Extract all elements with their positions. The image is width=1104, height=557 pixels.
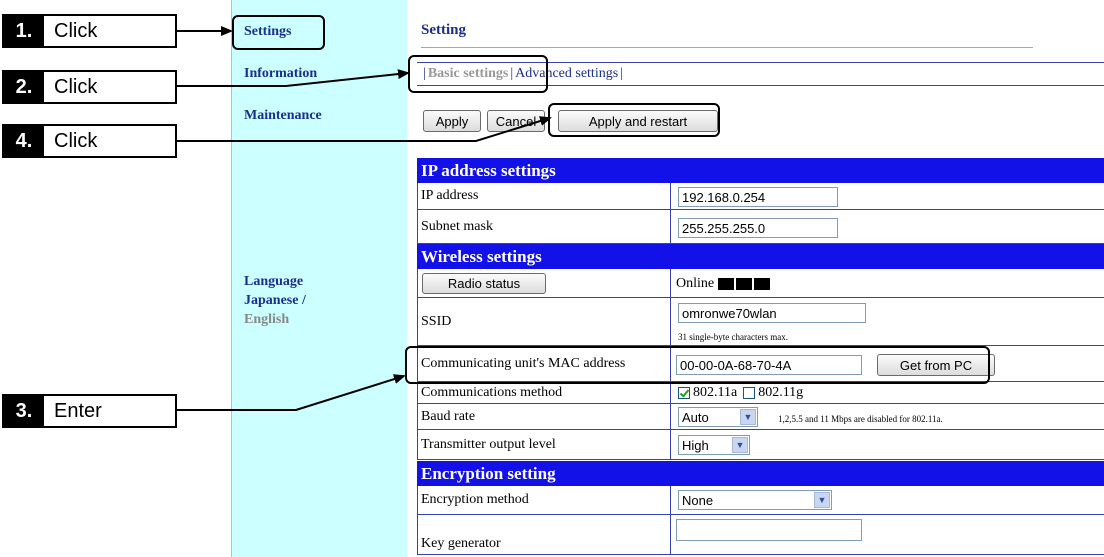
- callout-step-3: 3. Enter: [2, 394, 177, 428]
- comm-method-row: Communications method 802.11a 802.11g: [417, 382, 1104, 404]
- checkbox-802-11g[interactable]: [743, 387, 756, 399]
- baud-rate-note: 1,2,5.5 and 11 Mbps are disabled for 802…: [778, 414, 943, 424]
- tab-basic-settings[interactable]: Basic settings: [428, 66, 509, 82]
- tx-output-label: Transmitter output level: [418, 430, 671, 459]
- language-japanese-link[interactable]: Japanese /: [244, 293, 306, 309]
- encryption-section-heading: Encryption setting: [417, 461, 1104, 486]
- step-label: Click: [54, 129, 98, 152]
- key-generator-row: Key generator: [417, 515, 1104, 555]
- mac-address-input[interactable]: 00-00-0A-68-70-4A: [676, 355, 862, 375]
- language-english-link: English: [244, 312, 290, 327]
- callout-step-4: 4. Click: [2, 124, 177, 158]
- baud-rate-value: Auto: [682, 409, 709, 425]
- signal-bar-icon: [754, 278, 771, 290]
- wireless-section-heading: Wireless settings: [417, 244, 1104, 269]
- ssid-input[interactable]: omronwe70wlan: [678, 303, 866, 323]
- signal-bar-icon: [718, 278, 735, 290]
- tab-separator: |: [423, 66, 426, 81]
- online-text: Online: [676, 276, 715, 291]
- sidebar-item-information[interactable]: Information: [244, 66, 317, 82]
- tabs-row: | Basic settings | Advanced settings |: [417, 62, 1104, 86]
- language-label: Language: [244, 274, 304, 289]
- sidebar-item-settings[interactable]: Settings: [244, 24, 291, 40]
- mac-address-row: Communicating unit's MAC address 00-00-0…: [417, 346, 1104, 382]
- key-generator-label: Key generator: [418, 515, 671, 554]
- cancel-button[interactable]: Cancel: [487, 110, 545, 132]
- encryption-method-row: Encryption method None ▼: [417, 486, 1104, 515]
- ssid-note: 31 single-byte characters max.: [678, 332, 788, 342]
- subnet-mask-input[interactable]: 255.255.255.0: [678, 218, 838, 238]
- step-number: 4.: [4, 126, 44, 156]
- encryption-method-value: None: [682, 492, 714, 508]
- ip-section-heading: IP address settings: [417, 158, 1104, 183]
- apply-and-restart-button[interactable]: Apply and restart: [558, 110, 718, 132]
- checkbox-802-11a[interactable]: [678, 387, 690, 399]
- ip-address-row: IP address 192.168.0.254: [417, 183, 1104, 210]
- comm-method-label: Communications method: [418, 382, 671, 403]
- chevron-down-icon[interactable]: ▼: [740, 409, 756, 425]
- subnet-mask-label: Subnet mask: [418, 210, 671, 243]
- main-panel: Setting | Basic settings | Advanced sett…: [407, 0, 1104, 557]
- sidebar-item-maintenance[interactable]: Maintenance: [244, 108, 322, 124]
- title-divider: [421, 47, 1033, 48]
- baud-rate-label: Baud rate: [418, 404, 671, 429]
- callout-step-1: 1. Click: [2, 14, 177, 48]
- sidebar: Settings Information Maintenance Languag…: [231, 0, 407, 557]
- mac-address-label: Communicating unit's MAC address: [418, 346, 671, 381]
- option-802-11g-label: 802.11g: [758, 385, 804, 400]
- page-title: Setting: [421, 22, 466, 38]
- baud-rate-row: Baud rate Auto ▼ 1,2,5.5 and 11 Mbps are…: [417, 404, 1104, 430]
- tx-output-select[interactable]: High ▼: [678, 435, 750, 455]
- step-label: Enter: [54, 399, 102, 422]
- ssid-row: SSID omronwe70wlan 31 single-byte charac…: [417, 298, 1104, 346]
- encryption-method-label: Encryption method: [418, 486, 671, 514]
- step-number: 1.: [4, 16, 44, 46]
- tab-separator: |: [620, 66, 623, 81]
- encryption-method-select[interactable]: None ▼: [678, 490, 832, 510]
- subnet-mask-row: Subnet mask 255.255.255.0: [417, 210, 1104, 244]
- signal-bar-icon: [736, 278, 753, 290]
- tab-advanced-settings[interactable]: Advanced settings: [515, 66, 618, 82]
- baud-rate-select[interactable]: Auto ▼: [678, 407, 758, 427]
- key-generator-input[interactable]: [676, 519, 862, 541]
- step-label: Click: [54, 19, 98, 42]
- radio-status-button[interactable]: Radio status: [422, 272, 546, 294]
- option-802-11a-label: 802.11a: [693, 385, 738, 400]
- ip-address-input[interactable]: 192.168.0.254: [678, 187, 838, 207]
- ssid-label: SSID: [418, 298, 671, 345]
- tab-separator: |: [510, 66, 514, 81]
- radio-status-row: Radio status Online: [417, 269, 1104, 298]
- online-indicator: Online: [676, 276, 772, 292]
- chevron-down-icon[interactable]: ▼: [814, 492, 830, 508]
- ip-address-label: IP address: [418, 183, 671, 209]
- step-number: 3.: [4, 396, 44, 426]
- callout-step-2: 2. Click: [2, 70, 177, 104]
- tx-output-row: Transmitter output level High ▼: [417, 430, 1104, 460]
- chevron-down-icon[interactable]: ▼: [732, 437, 748, 453]
- step-label: Click: [54, 75, 98, 98]
- tx-output-value: High: [682, 437, 709, 453]
- apply-button[interactable]: Apply: [423, 110, 481, 132]
- step-number: 2.: [4, 72, 44, 102]
- get-from-pc-button[interactable]: Get from PC: [877, 354, 995, 376]
